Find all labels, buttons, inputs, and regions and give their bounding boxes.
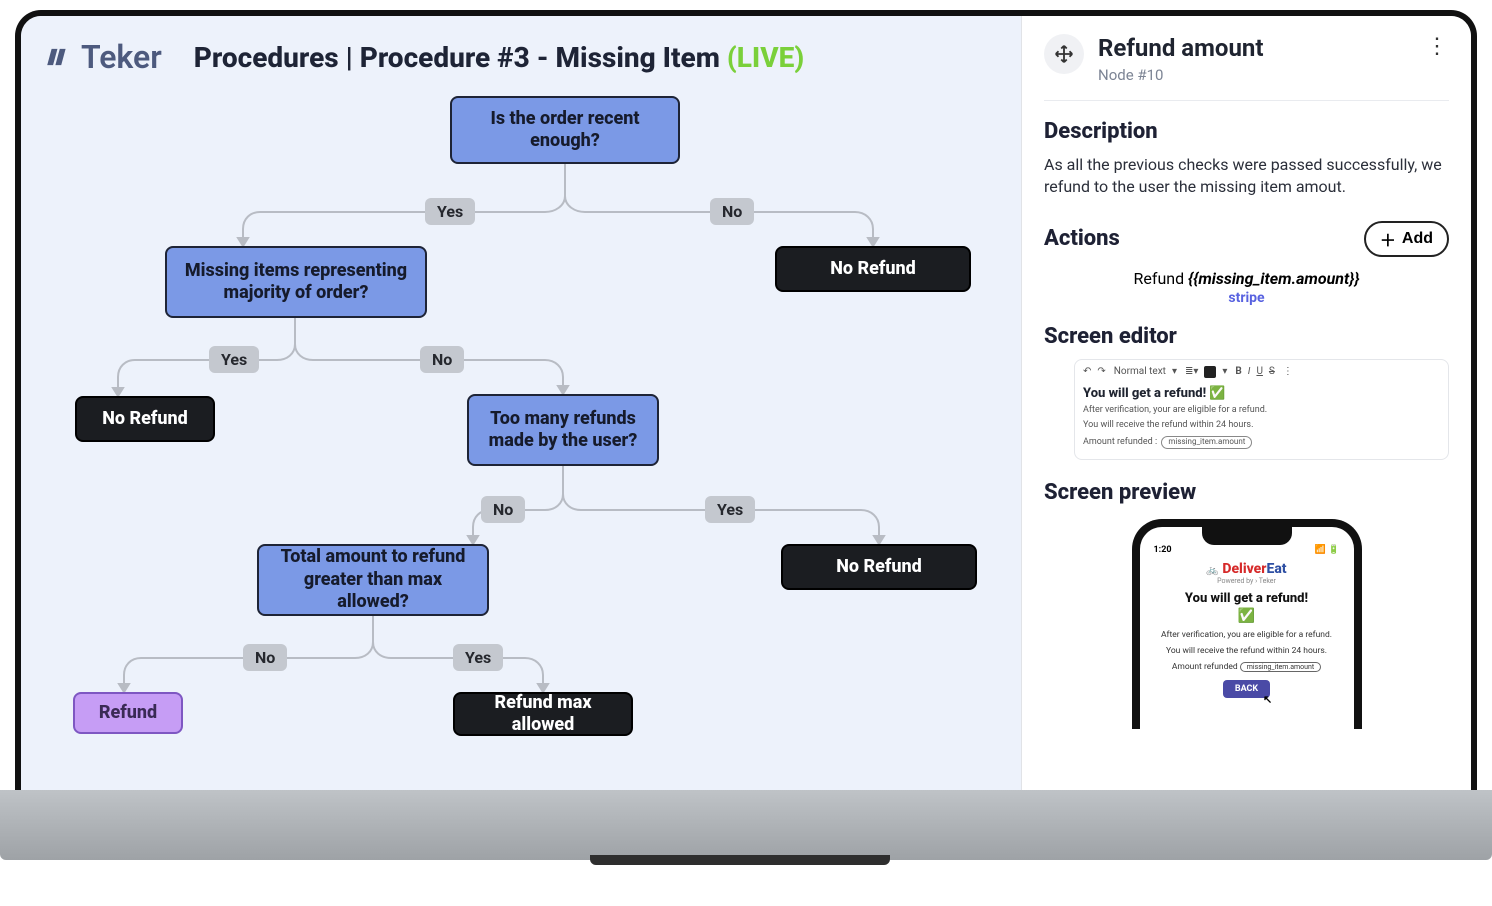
flow-node-majority[interactable]: Missing items representing majority of o… [165, 246, 427, 318]
flow-label-yes: Yes [705, 496, 755, 523]
flow-label-no: No [243, 644, 287, 671]
bold-button[interactable]: B [1235, 366, 1241, 377]
flow-label-no: No [420, 346, 464, 373]
editor-toolbar[interactable]: ↶ ↷ Normal text▾ ≣▾ ▾ B I U S ⋮ [1083, 366, 1440, 378]
inspector-panel: Refund amount Node #10 ⋮ Description As … [1021, 16, 1471, 790]
editor-var-chip[interactable]: missing_item.amount [1161, 436, 1252, 448]
screen-editor-heading: Screen editor [1044, 324, 1449, 349]
editor-heading: You will get a refund! ✅ [1083, 386, 1440, 401]
phone-line2: You will receive the refund within 24 ho… [1150, 646, 1344, 656]
italic-button[interactable]: I [1248, 366, 1251, 377]
flow-node-total-greater-max[interactable]: Total amount to refund greater than max … [257, 544, 489, 616]
editor-line1: After verification, your are eligible fo… [1083, 405, 1440, 417]
cursor-icon: ↖ [1263, 693, 1272, 706]
description-heading: Description [1044, 119, 1449, 144]
add-action-button[interactable]: ＋ Add [1364, 221, 1449, 257]
phone-brand: 🚲 DeliverEat [1150, 561, 1344, 577]
strike-button[interactable]: S [1269, 366, 1275, 377]
phone-back-button[interactable]: BACK ↖ [1223, 680, 1270, 698]
phone-var-chip: missing_item.amount [1240, 662, 1321, 672]
monitor-base [0, 790, 1492, 860]
editor-line3: Amount refunded : missing_item.amount [1083, 436, 1440, 449]
page-title: Procedures | Procedure #3 - Missing Item… [194, 41, 804, 74]
flow-label-yes: Yes [453, 644, 503, 671]
phone-preview: 1:20 📶 🔋 🚲 DeliverEat Powered by › Teker… [1132, 519, 1362, 729]
flow-node-refund-max[interactable]: Refund max allowed [453, 692, 633, 736]
brand-name: Teker [81, 38, 162, 76]
panel-title: Refund amount [1098, 34, 1411, 62]
phone-powered-by: Powered by › Teker [1150, 577, 1344, 585]
text-style-select[interactable]: Normal text▾ [1114, 366, 1177, 377]
color-swatch[interactable] [1204, 366, 1216, 378]
flow-node-no-refund-1[interactable]: No Refund [775, 246, 971, 292]
editor-more-icon[interactable]: ⋮ [1283, 366, 1293, 377]
monitor-stand [590, 855, 890, 865]
more-menu-icon[interactable]: ⋮ [1425, 34, 1449, 59]
phone-line1: After verification, you are eligible for… [1150, 630, 1344, 640]
flow-label-no: No [481, 496, 525, 523]
plus-icon: ＋ [1380, 227, 1396, 251]
action-line[interactable]: Refund {{missing_item.amount}} [1044, 269, 1449, 288]
screen-editor[interactable]: ↶ ↷ Normal text▾ ≣▾ ▾ B I U S ⋮ [1074, 359, 1449, 460]
phone-notch [1202, 527, 1292, 545]
flow-label-no: No [710, 198, 754, 225]
screen-preview-heading: Screen preview [1044, 480, 1449, 505]
flow-canvas-area: Teker Procedures | Procedure #3 - Missin… [21, 16, 1021, 790]
actions-heading: Actions [1044, 226, 1120, 251]
brand-chevron-icon [45, 43, 73, 71]
flow-label-yes: Yes [425, 198, 475, 225]
panel-subtitle: Node #10 [1098, 66, 1411, 84]
editor-line2: You will receive the refund within 24 ho… [1083, 420, 1440, 432]
flow-label-yes: Yes [209, 346, 259, 373]
redo-icon[interactable]: ↷ [1097, 366, 1105, 377]
action-integration[interactable]: stripe [1044, 290, 1449, 306]
phone-line3: Amount refunded missing_item.amount [1150, 662, 1344, 672]
flow-canvas[interactable]: Is the order recent enough? Yes No Missi… [45, 86, 995, 766]
undo-icon[interactable]: ↶ [1083, 366, 1091, 377]
flow-node-refund[interactable]: Refund [73, 692, 183, 734]
flow-node-no-refund-3[interactable]: No Refund [781, 544, 977, 590]
list-icon[interactable]: ≣▾ [1185, 366, 1198, 377]
brand-logo: Teker [45, 38, 162, 76]
flow-node-too-many-refunds[interactable]: Too many refunds made by the user? [467, 394, 659, 466]
phone-clock: 1:20 [1154, 545, 1172, 555]
underline-button[interactable]: U [1256, 366, 1262, 377]
phone-status-icons: 📶 🔋 [1315, 545, 1340, 555]
move-icon[interactable] [1044, 34, 1084, 74]
description-text: As all the previous checks were passed s… [1044, 154, 1449, 199]
check-icon: ✅ [1150, 608, 1344, 624]
phone-heading: You will get a refund! [1150, 591, 1344, 606]
flow-node-no-refund-2[interactable]: No Refund [75, 396, 215, 442]
flow-node-order-recent[interactable]: Is the order recent enough? [450, 96, 680, 164]
